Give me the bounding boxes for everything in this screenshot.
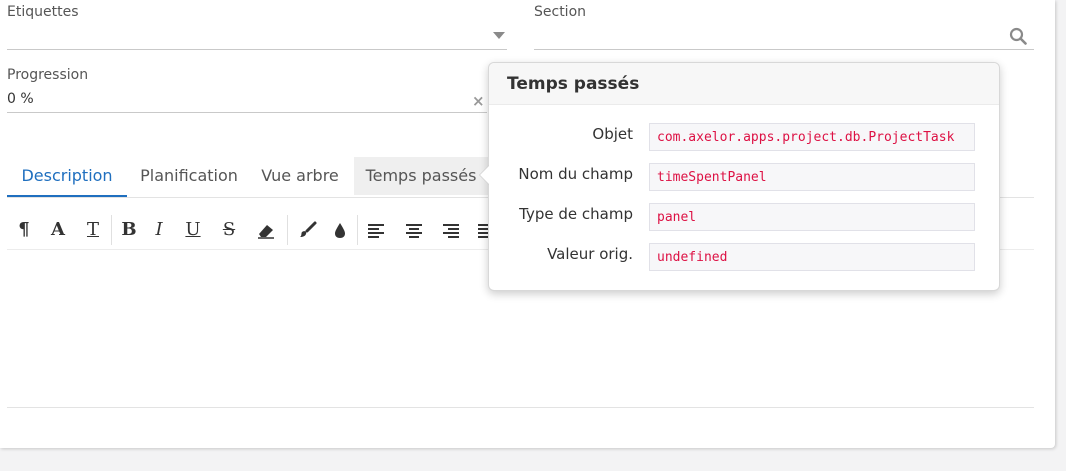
progression-input[interactable]: 0 % — [7, 91, 467, 107]
clear-icon[interactable]: × — [472, 94, 485, 109]
prop-value-objet: com.axelor.apps.project.db.ProjectTask — [649, 123, 975, 151]
toolbar-divider — [357, 215, 358, 245]
etiquettes-underline — [7, 49, 507, 50]
strikethrough-icon[interactable]: S — [218, 219, 240, 241]
search-icon[interactable] — [1009, 27, 1027, 45]
prop-value-nom-du-champ: timeSpentPanel — [649, 163, 975, 191]
tab-temps-passes[interactable]: Temps passés — [354, 157, 488, 195]
brush-icon[interactable] — [297, 219, 319, 241]
popover-title: Temps passés — [489, 63, 999, 105]
toolbar-divider — [111, 215, 112, 245]
etiquettes-select[interactable] — [7, 28, 487, 48]
text-style-icon[interactable]: T — [82, 219, 104, 241]
font-icon[interactable]: A — [47, 219, 69, 241]
prop-label-valeur-orig: Valeur orig. — [547, 245, 633, 263]
prop-label-objet: Objet — [592, 125, 633, 143]
tab-vue-arbre[interactable]: Vue arbre — [253, 157, 347, 195]
align-left-icon[interactable] — [365, 219, 387, 241]
color-drop-icon[interactable] — [329, 219, 351, 241]
align-right-icon[interactable] — [440, 219, 462, 241]
align-center-icon[interactable] — [403, 219, 425, 241]
bold-icon[interactable]: B — [118, 219, 140, 241]
chevron-down-icon[interactable] — [493, 32, 505, 39]
italic-icon[interactable]: I — [148, 219, 170, 241]
popover-arrow — [480, 166, 489, 184]
tab-planification[interactable]: Planification — [131, 157, 247, 195]
prop-value-valeur-orig: undefined — [649, 243, 975, 271]
paragraph-icon[interactable]: ¶ — [13, 219, 35, 241]
underline-icon[interactable]: U — [182, 219, 204, 241]
section-underline — [534, 49, 1034, 50]
eraser-icon[interactable] — [255, 219, 277, 241]
section-label: Section — [534, 4, 587, 20]
progression-label: Progression — [7, 67, 89, 83]
etiquettes-label: Etiquettes — [7, 4, 79, 20]
toolbar-divider — [287, 215, 288, 245]
prop-label-type-de-champ: Type de champ — [519, 205, 633, 223]
tab-description[interactable]: Description — [7, 157, 127, 197]
prop-label-nom-du-champ: Nom du champ — [518, 165, 633, 183]
field-info-popover: Temps passés Objet com.axelor.apps.proje… — [479, 62, 1000, 291]
prop-value-type-de-champ: panel — [649, 203, 975, 231]
progression-underline — [7, 112, 487, 113]
section-input[interactable] — [534, 28, 1004, 48]
